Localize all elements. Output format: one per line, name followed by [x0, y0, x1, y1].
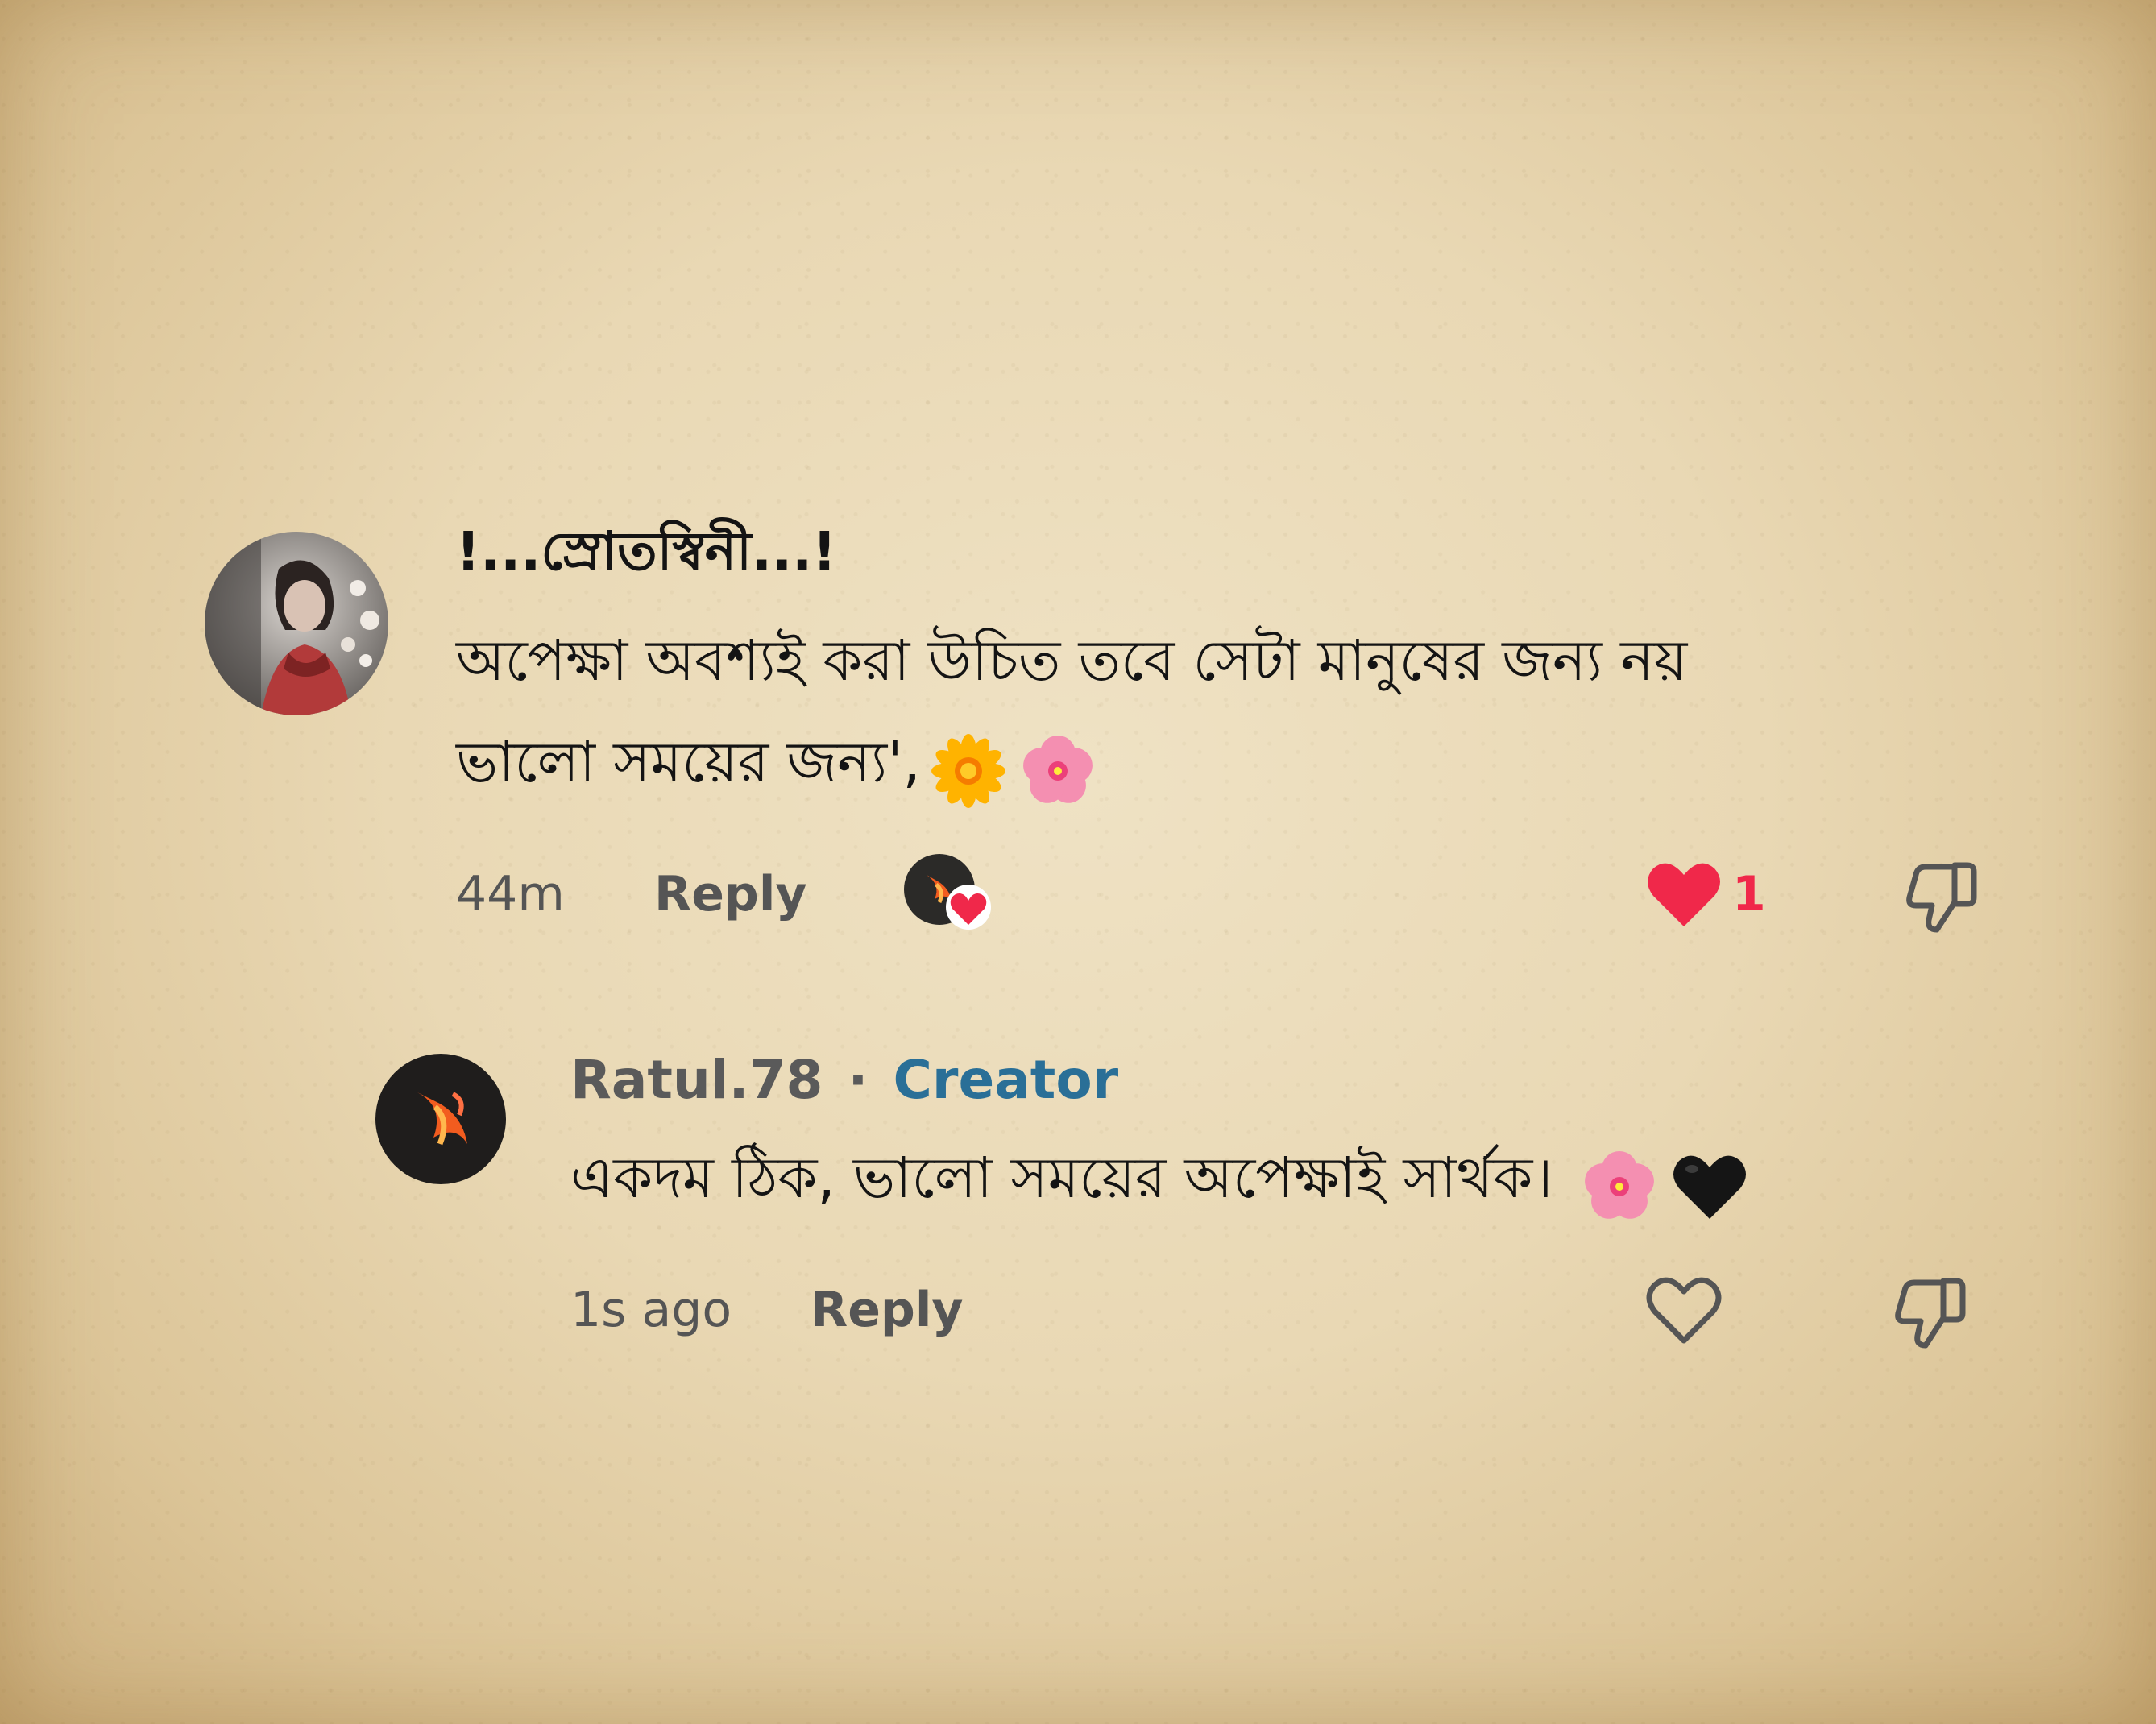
- avatar-flame: [375, 1054, 506, 1184]
- reply-header: Ratul.78 · Creator: [570, 1044, 1118, 1117]
- creator-badge: Creator: [893, 1049, 1119, 1111]
- black-heart-emoji: [1673, 1155, 1746, 1219]
- pink-flower-emoji: [1585, 1150, 1655, 1219]
- thumbs-down-icon[interactable]: [1890, 1271, 1971, 1352]
- reply-avatar[interactable]: [375, 1054, 506, 1184]
- reply-separator: ·: [848, 1049, 869, 1111]
- reply-timestamp: 1s ago: [570, 1282, 732, 1338]
- reply-username[interactable]: Ratul.78: [570, 1049, 823, 1111]
- reply-text-wrap: একদম ঠিক, ভালো সময়ের অপেক্ষাই সার্থক।: [570, 1138, 1748, 1219]
- reply-reply-button[interactable]: Reply: [811, 1279, 964, 1341]
- reply-text: একদম ঠিক, ভালো সময়ের অপেক্ষাই সার্থক।: [570, 1145, 1553, 1211]
- reply-comment: Ratul.78 · Creator একদম ঠিক, ভালো সময়ের…: [0, 0, 2156, 1724]
- heart-outline-icon[interactable]: [1645, 1274, 1723, 1345]
